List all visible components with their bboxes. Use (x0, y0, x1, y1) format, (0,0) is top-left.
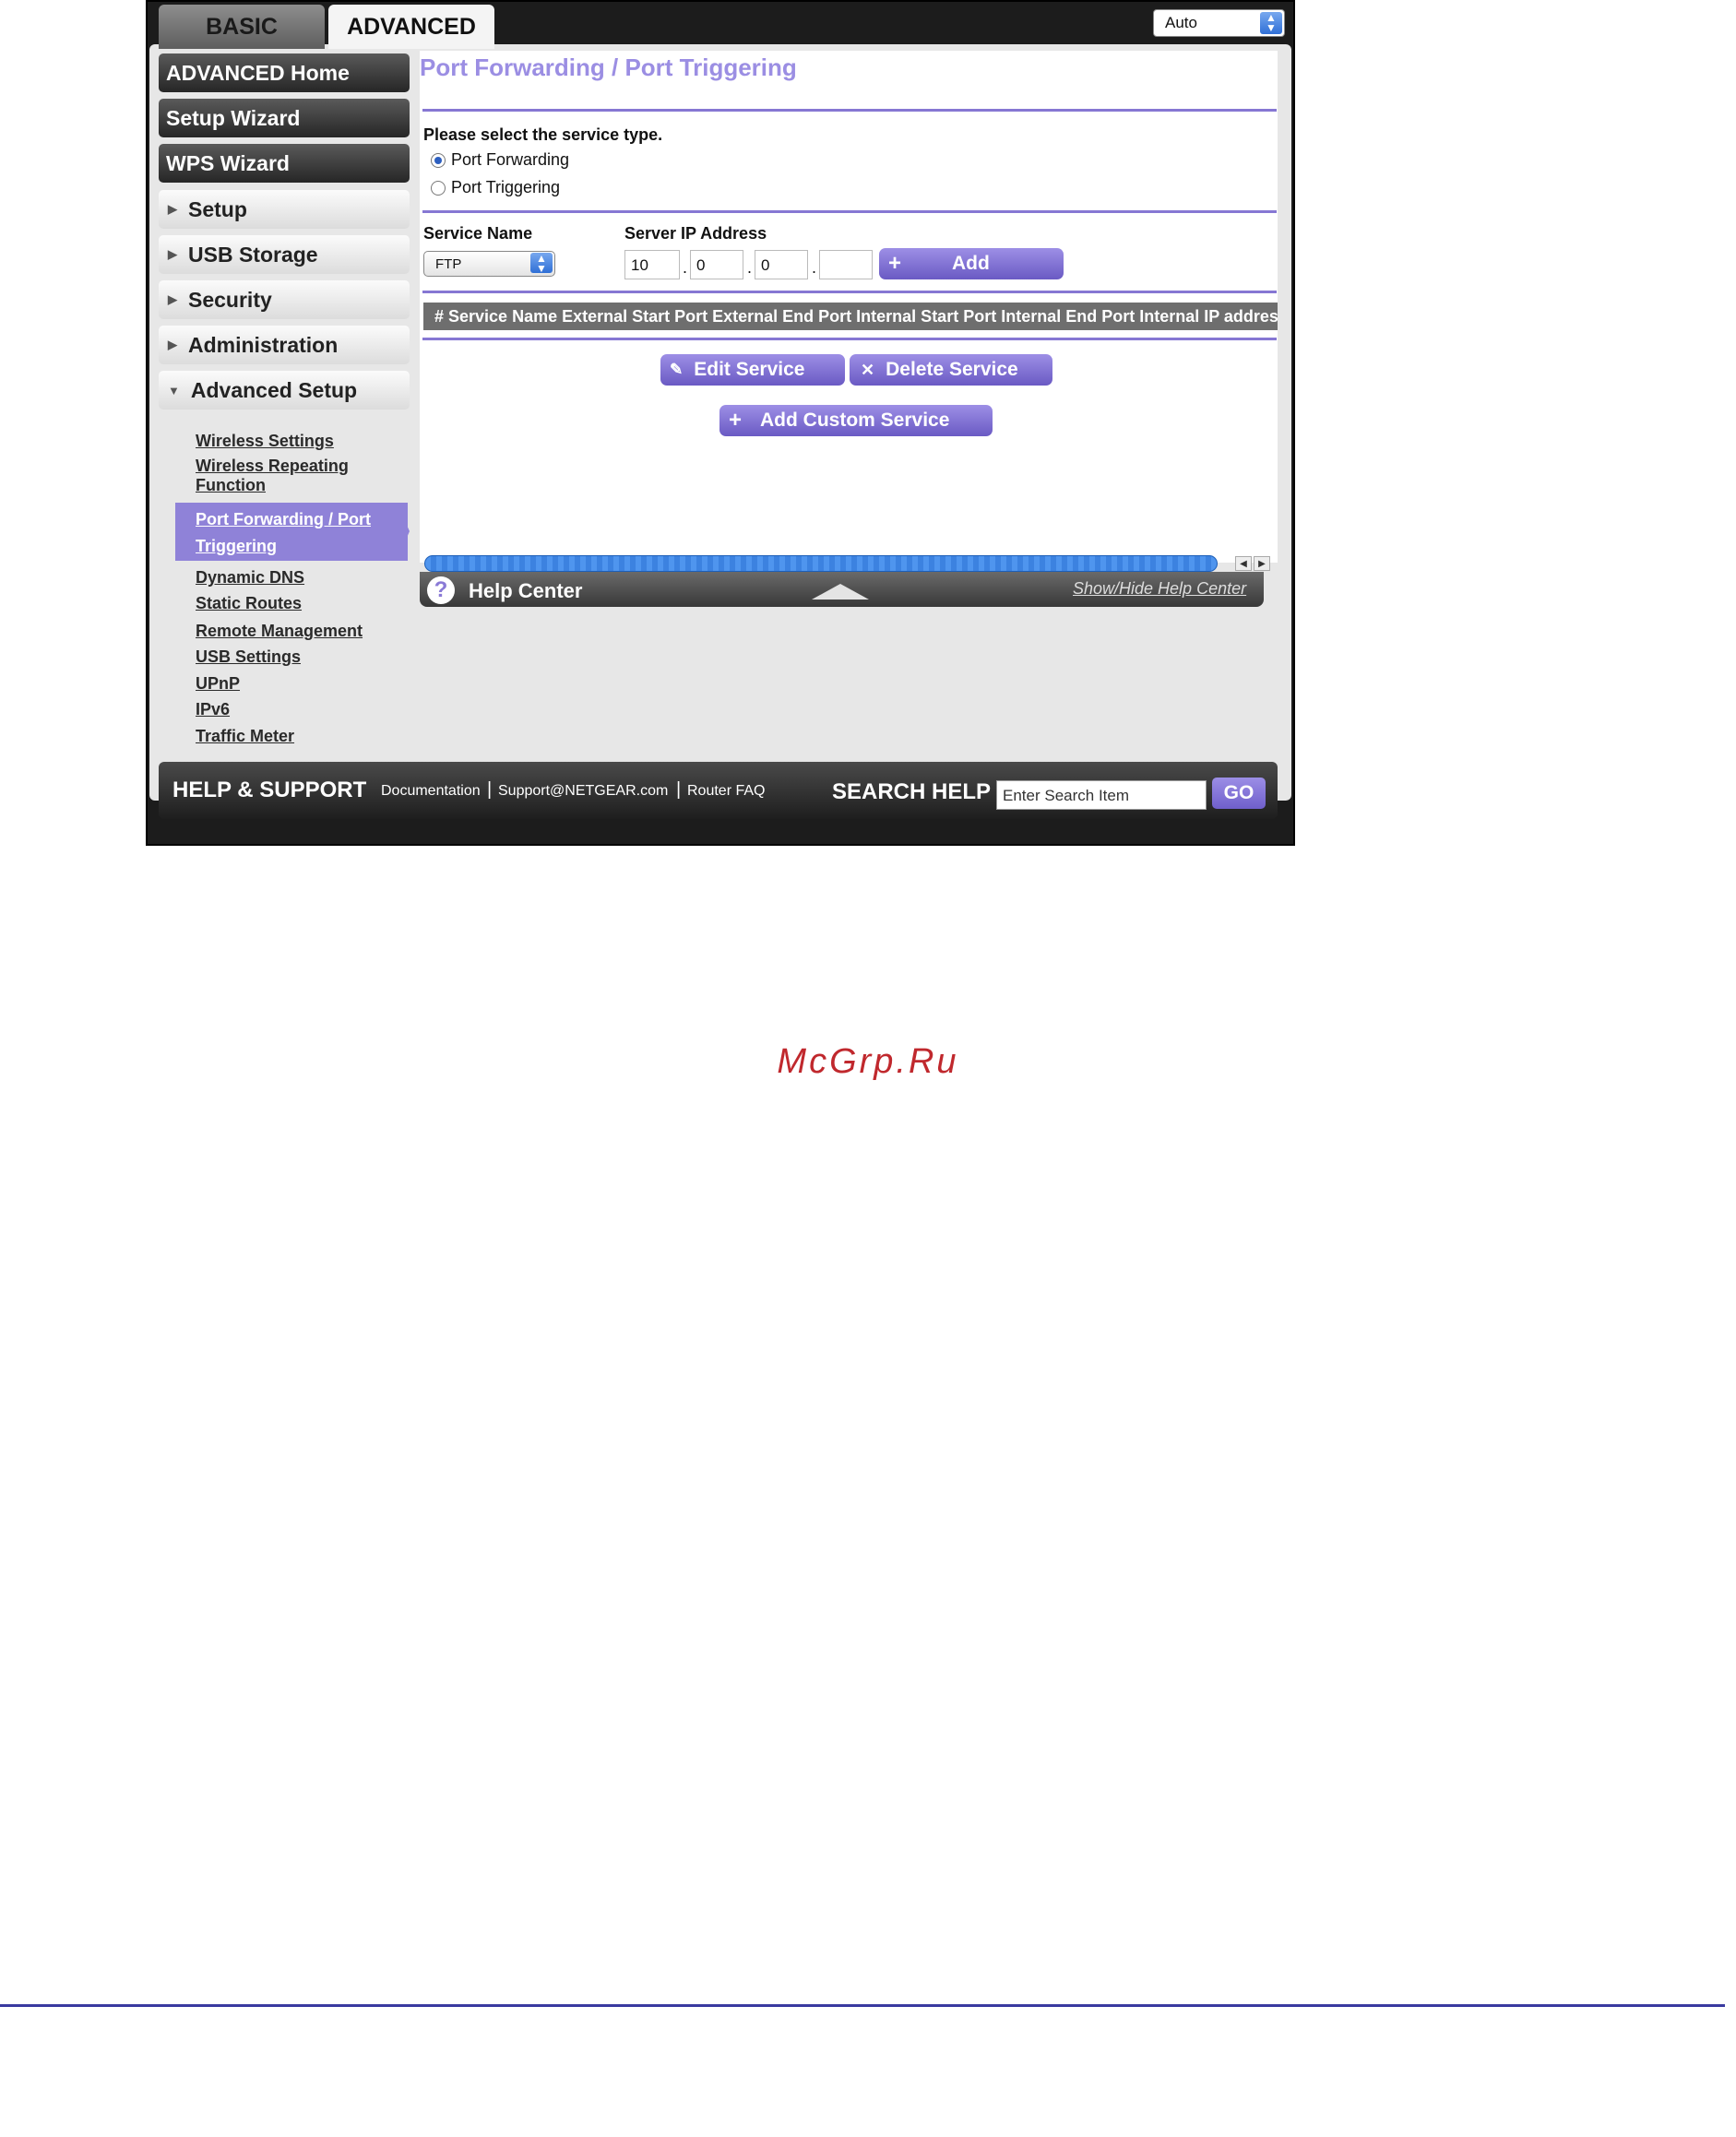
sidebar-link-line: Triggering (196, 537, 278, 555)
rules-table-header: # Service Name External Start Port Exter… (423, 303, 1278, 330)
sidebar-link-remote-management[interactable]: Remote Management (196, 622, 363, 641)
updown-arrows-icon: ▲ ▼ (530, 253, 553, 274)
sidebar-link-upnp[interactable]: UPnP (196, 674, 240, 694)
triangle-right-icon: ▶ (168, 247, 177, 261)
radio-port-forwarding[interactable]: Port Forwarding (431, 150, 569, 170)
sidebar-link-ipv6[interactable]: IPv6 (196, 700, 230, 719)
ip-dot: . (747, 258, 753, 277)
search-help-input[interactable]: Enter Search Item (996, 780, 1207, 810)
sidebar-advanced-home[interactable]: ADVANCED Home (159, 53, 410, 92)
plus-icon: + (729, 408, 743, 433)
scroll-left-icon[interactable]: ◀ (1235, 556, 1252, 571)
triangle-right-icon: ▶ (168, 292, 177, 306)
triangle-down-icon: ▼ (168, 383, 180, 398)
updown-arrows-icon: ▲ ▼ (1260, 12, 1282, 34)
sidebar-section-label: Advanced Setup (190, 377, 358, 402)
divider (422, 210, 1277, 213)
question-icon[interactable]: ? (427, 576, 455, 604)
sidebar-link-static-routes[interactable]: Static Routes (196, 594, 302, 613)
show-hide-help-link[interactable]: Show/Hide Help Center (1073, 579, 1246, 599)
router-faq-link[interactable]: Router FAQ (687, 783, 765, 800)
sidebar-section-label: Administration (188, 332, 339, 357)
sidebar-section-administration[interactable]: ▶ Administration (159, 326, 410, 364)
plus-icon: + (888, 251, 902, 276)
triangle-right-icon: ▶ (168, 338, 177, 351)
sidebar-link-traffic-meter[interactable]: Traffic Meter (196, 727, 294, 746)
ip-octet-2-input[interactable]: 0 (690, 250, 743, 279)
divider (422, 291, 1277, 293)
sidebar-section-security[interactable]: ▶ Security (159, 280, 410, 319)
watermark: McGrp.Ru (777, 1042, 959, 1081)
scroll-right-icon[interactable]: ▶ (1254, 556, 1270, 571)
add-button-label: Add (952, 253, 990, 274)
active-indicator-arrow (397, 503, 410, 561)
service-name-select-value: FTP (435, 256, 462, 272)
language-select-value: Auto (1165, 14, 1197, 31)
service-type-prompt: Please select the service type. (423, 125, 663, 144)
sidebar-section-setup[interactable]: ▶ Setup (159, 190, 410, 229)
footer-separator: | (487, 779, 493, 800)
tab-advanced[interactable]: ADVANCED (328, 5, 494, 49)
add-button[interactable]: + Add (879, 248, 1064, 279)
page-title: Port Forwarding / Port Triggering (420, 53, 797, 81)
page-bottom-rule (0, 2004, 1725, 2007)
server-ip-label: Server IP Address (624, 224, 767, 243)
tab-basic[interactable]: BASIC (159, 5, 325, 49)
pencil-icon: ✎ (670, 361, 684, 378)
sidebar-link-line: Function (196, 476, 266, 494)
sidebar-setup-wizard[interactable]: Setup Wizard (159, 99, 410, 137)
support-email-link[interactable]: Support@NETGEAR.com (498, 783, 668, 800)
sidebar-section-label: Security (188, 287, 272, 312)
help-support-title: HELP & SUPPORT (172, 778, 367, 802)
radio-label: Port Triggering (451, 178, 561, 196)
sidebar-section-label: USB Storage (188, 242, 318, 267)
sidebar-link-port-forwarding[interactable]: Port Forwarding / Port Triggering (175, 503, 408, 561)
radio-label: Port Forwarding (451, 150, 570, 169)
help-center-title: Help Center (469, 579, 583, 602)
radio-port-triggering[interactable]: Port Triggering (431, 178, 560, 197)
documentation-link[interactable]: Documentation (381, 783, 481, 800)
ip-octet-1-input[interactable]: 10 (624, 250, 680, 279)
sidebar-section-label: Setup (188, 196, 247, 221)
expand-up-icon[interactable] (812, 584, 869, 600)
search-help-title: SEARCH HELP (832, 779, 992, 804)
service-name-select[interactable]: FTP ▲ ▼ (423, 251, 555, 277)
ip-dot: . (812, 258, 817, 277)
ip-dot: . (683, 258, 688, 277)
add-custom-service-label: Add Custom Service (760, 410, 950, 431)
sidebar-wps-wizard[interactable]: WPS Wizard (159, 144, 410, 183)
footer-separator: | (676, 779, 682, 800)
add-custom-service-button[interactable]: + Add Custom Service (719, 405, 993, 436)
edit-service-label: Edit Service (694, 359, 805, 380)
radio-selected-icon (431, 152, 446, 168)
close-icon: ✕ (861, 360, 875, 379)
sidebar-link-line: Wireless Repeating (196, 457, 349, 475)
divider (422, 338, 1277, 340)
sidebar-link-wireless-settings[interactable]: Wireless Settings (196, 432, 334, 451)
sidebar-section-usb-storage[interactable]: ▶ USB Storage (159, 235, 410, 274)
delete-service-label: Delete Service (886, 359, 1018, 380)
ip-octet-4-input[interactable] (819, 250, 873, 279)
sidebar-link-usb-settings[interactable]: USB Settings (196, 647, 301, 667)
service-name-label: Service Name (423, 224, 533, 243)
divider (422, 109, 1277, 112)
sidebar-link-line: Port Forwarding / Port (196, 510, 372, 528)
triangle-right-icon: ▶ (168, 202, 177, 216)
delete-service-button[interactable]: ✕ Delete Service (850, 354, 1052, 386)
sidebar-link-dynamic-dns[interactable]: Dynamic DNS (196, 568, 304, 588)
go-button[interactable]: GO (1212, 778, 1266, 809)
language-select[interactable]: Auto ▲ ▼ (1153, 9, 1285, 37)
sidebar-section-advanced-setup[interactable]: ▼ Advanced Setup (159, 371, 410, 410)
edit-service-button[interactable]: ✎ Edit Service (660, 354, 845, 386)
sidebar-link-wireless-repeating[interactable]: Wireless Repeating Function (196, 457, 349, 495)
ip-octet-3-input[interactable]: 0 (755, 250, 808, 279)
horizontal-scrollbar[interactable] (424, 555, 1218, 572)
radio-unselected-icon (431, 180, 446, 196)
